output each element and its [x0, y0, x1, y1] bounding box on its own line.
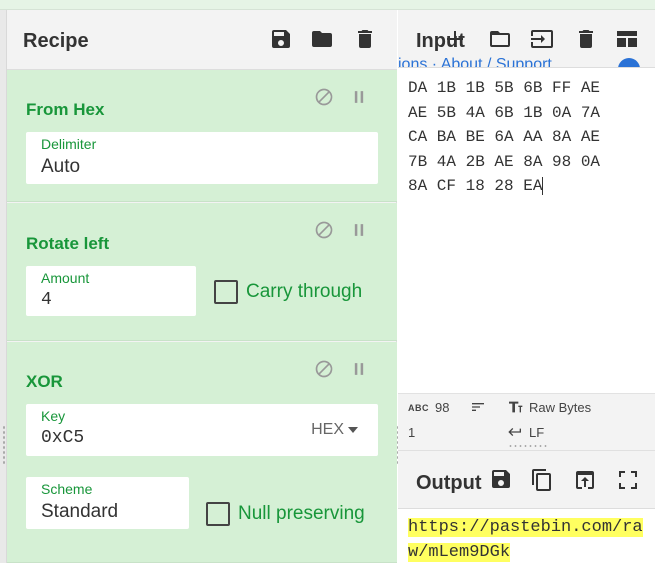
line-count-value: 1	[408, 425, 416, 440]
disable-icon[interactable]	[313, 219, 335, 241]
save-icon[interactable]	[268, 26, 294, 52]
delimiter-field[interactable]: Delimiter Auto	[26, 132, 378, 184]
chevron-down-icon	[348, 427, 358, 433]
operation-title: XOR	[26, 372, 63, 391]
output-line: w/mLem9DGk	[408, 543, 511, 562]
field-value: Standard	[41, 501, 119, 522]
key-encoding-dropdown[interactable]: HEX	[311, 421, 358, 439]
disable-icon[interactable]	[313, 358, 335, 380]
input-textarea[interactable]: DA 1B 1B 5B 6B FF AE AE 5B 4A 6B 1B 0A 7…	[408, 76, 653, 199]
top-strip	[0, 0, 655, 10]
folder-icon[interactable]	[309, 26, 335, 52]
checkbox-label: Null preserving	[238, 503, 365, 524]
io-resize-handle[interactable]	[508, 444, 548, 448]
replace-input-icon[interactable]	[572, 467, 598, 493]
disable-icon[interactable]	[313, 86, 335, 108]
copy-icon[interactable]	[529, 467, 555, 493]
abc-icon: ABC	[408, 402, 429, 413]
save-icon[interactable]	[488, 466, 514, 492]
input-status-bar: ABC 98 Raw Bytes 1 LF	[398, 393, 655, 450]
checkbox-box[interactable]	[214, 280, 238, 304]
trash-icon[interactable]	[352, 26, 378, 52]
amount-field[interactable]: Amount 4	[26, 266, 196, 316]
operation-xor[interactable]: XOR Key 0xC5 HEX Scheme Standard Null pr…	[7, 342, 397, 563]
field-value: 0xC5	[41, 428, 85, 448]
resize-handle[interactable]	[2, 425, 6, 465]
operations-pane-edge	[0, 10, 7, 563]
operation-from-hex[interactable]: From Hex Delimiter Auto	[7, 70, 397, 202]
text-cursor	[542, 176, 544, 195]
field-label: Amount	[41, 270, 90, 286]
maximize-icon[interactable]	[615, 467, 641, 493]
trash-icon[interactable]	[573, 26, 599, 52]
line-count: 1	[408, 425, 415, 440]
recipe-title: Recipe	[23, 30, 89, 52]
output-header: Output	[398, 451, 655, 509]
scheme-field[interactable]: Scheme Standard	[26, 477, 189, 529]
input-line: DA 1B 1B 5B 6B FF AE	[408, 79, 601, 97]
ghost-options-text: ions · About / Support	[398, 56, 552, 68]
operation-title: From Hex	[26, 100, 105, 119]
field-label: Key	[41, 408, 66, 424]
return-icon	[508, 428, 521, 436]
pause-icon[interactable]	[348, 358, 370, 380]
open-file-icon[interactable]	[529, 26, 555, 52]
layout-icon[interactable]	[614, 26, 640, 52]
key-field[interactable]: Key 0xC5 HEX	[26, 404, 378, 456]
input-header: Input ions · About / Support	[398, 10, 655, 68]
encoding-label: Raw Bytes	[529, 399, 592, 415]
help-icon	[618, 58, 640, 67]
carry-through-checkbox[interactable]: Carry through	[214, 280, 362, 304]
output-line: https://pastebin.com/ra	[408, 518, 643, 537]
input-line: 7B 4A 2B AE 8A 98 0A	[408, 152, 601, 171]
encoding-selector[interactable]: Raw Bytes	[507, 399, 591, 415]
operation-rotate-left[interactable]: Rotate left Amount 4 Carry through	[7, 203, 397, 341]
add-tab-icon[interactable]	[442, 26, 468, 52]
eol-label: LF	[529, 424, 545, 440]
text-format-icon	[509, 401, 523, 413]
field-value: 4	[41, 290, 52, 310]
field-label: Delimiter	[41, 136, 97, 152]
input-pane: Input ions · About / Support DA 1B 1B 5B…	[398, 10, 655, 450]
field-value: Auto	[41, 156, 81, 177]
recipe-pane: Recipe From Hex Delimiter Auto Rotate le…	[0, 10, 397, 563]
field-label: Scheme	[41, 481, 93, 497]
dropdown-value: HEX	[311, 421, 344, 438]
input-line: CA BA BE 6A AA 8A AE	[408, 128, 601, 146]
checkbox-label: Carry through	[246, 281, 363, 302]
output-textarea[interactable]: https://pastebin.com/ra w/mLem9DGk	[408, 515, 655, 563]
output-title: Output	[416, 472, 482, 494]
output-pane: Output https://pastebin.com/ra w/mLem9DG…	[398, 451, 655, 563]
length-value: 98	[435, 400, 450, 415]
checkbox-box[interactable]	[206, 502, 230, 526]
pause-icon[interactable]	[348, 86, 370, 108]
pause-icon[interactable]	[348, 219, 370, 241]
recipe-header: Recipe	[7, 10, 397, 70]
null-preserving-checkbox[interactable]: Null preserving	[206, 502, 365, 526]
length-indicator: ABC 98	[408, 400, 449, 415]
operation-title: Rotate left	[26, 234, 110, 253]
open-folder-icon[interactable]	[487, 26, 513, 52]
input-line: AE 5B 4A 6B 1B 0A 7A	[408, 103, 601, 122]
eol-selector[interactable]: LF	[507, 424, 544, 440]
input-line: 8A CF 18 28 EA	[408, 177, 543, 195]
sort-lines-icon	[470, 399, 486, 415]
